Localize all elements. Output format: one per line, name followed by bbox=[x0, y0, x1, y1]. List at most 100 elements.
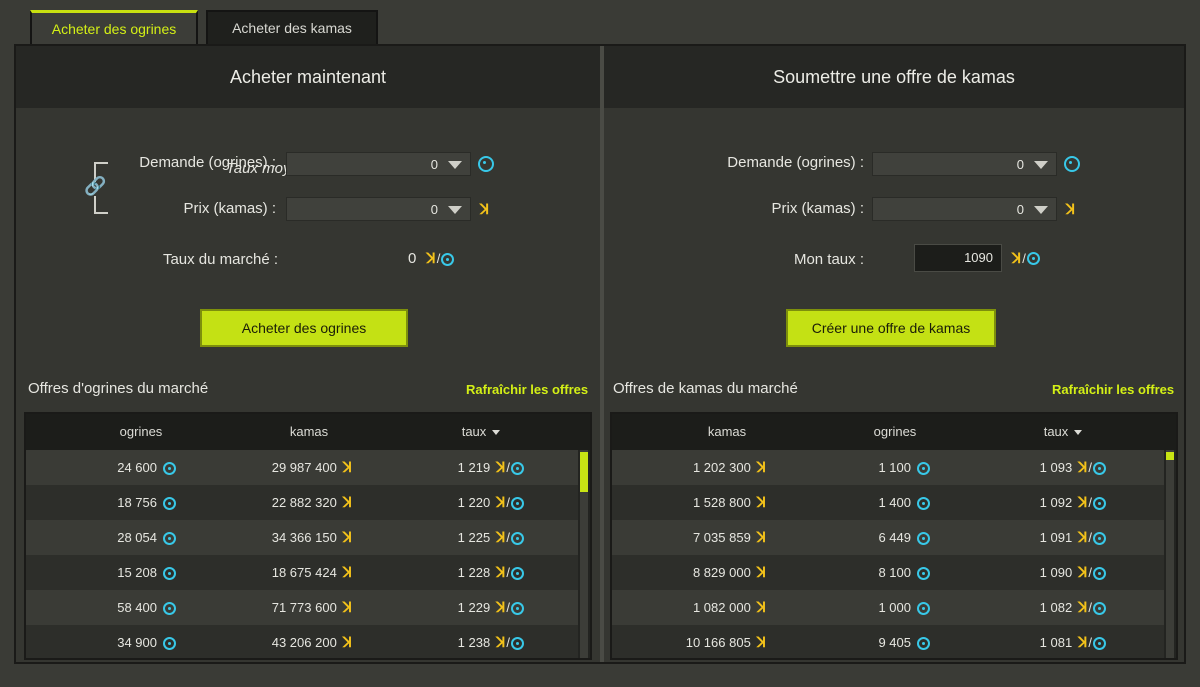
cell-c: 1 228 ꓘ/ bbox=[406, 565, 524, 581]
cell-a: 7 035 859 ꓘ bbox=[642, 530, 766, 545]
my-rate-unit: ꓘ/ bbox=[1012, 250, 1040, 268]
table-row[interactable]: 34 900 43 206 200 ꓘ 1 238 ꓘ/ bbox=[26, 625, 578, 658]
slash-separator: / bbox=[1088, 635, 1092, 650]
slash-separator: / bbox=[506, 635, 510, 650]
table-row[interactable]: 10 166 805 ꓘ 9 405 1 081 ꓘ/ bbox=[612, 625, 1164, 658]
kamas-icon: ꓘ bbox=[756, 459, 766, 475]
chevron-down-icon bbox=[448, 161, 462, 169]
slash-separator: / bbox=[1022, 251, 1026, 266]
table-row[interactable]: 15 208 18 675 424 ꓘ 1 228 ꓘ/ bbox=[26, 555, 578, 590]
column-kamas[interactable]: kamas bbox=[254, 424, 364, 439]
market-rate-value: 0 bbox=[408, 250, 417, 267]
cell-c: 1 090 ꓘ/ bbox=[986, 565, 1106, 581]
table-row[interactable]: 28 054 34 366 150 ꓘ 1 225 ꓘ/ bbox=[26, 520, 578, 555]
ogrines-icon bbox=[163, 532, 176, 546]
cell-value: 1 081 bbox=[1039, 635, 1073, 650]
kamas-icon: ꓘ bbox=[1078, 529, 1088, 545]
panel-title: Soumettre une offre de kamas bbox=[604, 46, 1184, 108]
tab-buy-kamas[interactable]: Acheter des kamas bbox=[206, 10, 378, 44]
table-row[interactable]: 1 202 300 ꓘ 1 100 1 093 ꓘ/ bbox=[612, 450, 1164, 485]
cell-b: 43 206 200 ꓘ bbox=[216, 635, 352, 650]
cell-value: 10 166 805 bbox=[685, 635, 751, 650]
ogrines-icon bbox=[163, 602, 176, 616]
refresh-offers-link[interactable]: Rafraîchir les offres bbox=[1052, 382, 1174, 397]
cell-a: 58 400 bbox=[66, 600, 176, 616]
cell-b: 18 675 424 ꓘ bbox=[216, 565, 352, 580]
cell-value: 6 449 bbox=[878, 530, 911, 545]
kamas-icon: ꓘ bbox=[1078, 459, 1088, 475]
table-row[interactable]: 18 756 22 882 320 ꓘ 1 220 ꓘ/ bbox=[26, 485, 578, 520]
cell-value: 1 090 bbox=[1039, 565, 1073, 580]
ogrines-icon bbox=[917, 532, 930, 546]
slash-separator: / bbox=[506, 565, 510, 580]
market-rate-label: Taux du marché : bbox=[162, 251, 278, 268]
chevron-down-icon bbox=[448, 206, 462, 214]
cell-value: 9 405 bbox=[878, 635, 911, 650]
slash-separator: / bbox=[1088, 600, 1092, 615]
ogrines-icon bbox=[163, 462, 176, 476]
table-header: kamas ogrines taux bbox=[612, 414, 1176, 450]
slash-separator: / bbox=[1088, 530, 1092, 545]
ogrines-icon bbox=[1026, 252, 1040, 266]
scrollbar-thumb[interactable] bbox=[1166, 452, 1174, 460]
table-row[interactable]: 24 600 29 987 400 ꓘ 1 219 ꓘ/ bbox=[26, 450, 578, 485]
sort-desc-icon bbox=[492, 430, 501, 436]
ogrines-icon bbox=[1093, 602, 1106, 616]
cell-a: 1 528 800 ꓘ bbox=[642, 495, 766, 510]
column-ogrines[interactable]: ogrines bbox=[86, 424, 196, 439]
demand-ogrines-select[interactable]: 0 bbox=[286, 152, 471, 176]
kamas-icon: ꓘ bbox=[1078, 634, 1088, 650]
exchange-window: Acheter maintenant Taux moyen : 1090 ꓘ/ … bbox=[14, 44, 1186, 664]
table-row[interactable]: 8 829 000 ꓘ 8 100 1 090 ꓘ/ bbox=[612, 555, 1164, 590]
create-kamas-offer-button[interactable]: Créer une offre de kamas bbox=[786, 309, 996, 347]
column-kamas[interactable]: kamas bbox=[672, 424, 782, 439]
refresh-offers-link[interactable]: Rafraîchir les offres bbox=[466, 382, 588, 397]
table-row[interactable]: 1 082 000 ꓘ 1 000 1 082 ꓘ/ bbox=[612, 590, 1164, 625]
scrollbar-thumb[interactable] bbox=[580, 452, 588, 492]
ogrines-icon bbox=[163, 567, 176, 581]
cell-b: 1 400 bbox=[822, 495, 930, 511]
column-taux[interactable]: taux bbox=[1008, 424, 1118, 439]
scrollbar[interactable] bbox=[1166, 450, 1174, 658]
price-kamas-select[interactable]: 0 bbox=[286, 197, 471, 221]
table-row[interactable]: 1 528 800 ꓘ 1 400 1 092 ꓘ/ bbox=[612, 485, 1164, 520]
demand-ogrines-select[interactable]: 0 bbox=[872, 152, 1057, 176]
cell-value: 1 238 bbox=[457, 635, 491, 650]
price-kamas-select[interactable]: 0 bbox=[872, 197, 1057, 221]
ogrines-icon bbox=[511, 497, 524, 511]
ogrines-icon bbox=[1093, 497, 1106, 511]
cell-b: 6 449 bbox=[822, 530, 930, 546]
column-taux[interactable]: taux bbox=[426, 424, 536, 439]
slash-separator: / bbox=[1088, 565, 1092, 580]
ogrines-icon bbox=[917, 602, 930, 616]
table-row[interactable]: 58 400 71 773 600 ꓘ 1 229 ꓘ/ bbox=[26, 590, 578, 625]
slash-separator: / bbox=[506, 600, 510, 615]
buy-ogrines-button[interactable]: Acheter des ogrines bbox=[200, 309, 408, 347]
cell-value: 34 366 150 bbox=[271, 530, 337, 545]
kamas-icon: ꓘ bbox=[1078, 599, 1088, 615]
demand-value: 0 bbox=[1016, 157, 1024, 172]
link-icon[interactable]: 🔗 bbox=[84, 176, 106, 197]
cell-value: 18 675 424 bbox=[271, 565, 337, 580]
slash-separator: / bbox=[1088, 460, 1092, 475]
cell-value: 1 225 bbox=[457, 530, 491, 545]
market-rate: 0 ꓘ/ bbox=[408, 250, 455, 267]
cell-value: 1 228 bbox=[457, 565, 491, 580]
kamas-icon: ꓘ bbox=[496, 529, 506, 545]
cell-a: 24 600 bbox=[66, 460, 176, 476]
cell-a: 15 208 bbox=[66, 565, 176, 581]
table-row[interactable]: 7 035 859 ꓘ 6 449 1 091 ꓘ/ bbox=[612, 520, 1164, 555]
my-rate-input[interactable]: 1090 bbox=[914, 244, 1002, 272]
cell-c: 1 238 ꓘ/ bbox=[406, 635, 524, 651]
kamas-icon: ꓘ bbox=[342, 459, 352, 475]
tab-buy-ogrines[interactable]: Acheter des ogrines bbox=[30, 10, 198, 44]
chevron-down-icon bbox=[1034, 161, 1048, 169]
kamas-icon: ꓘ bbox=[496, 494, 506, 510]
cell-value: 1 528 800 bbox=[692, 495, 751, 510]
kamas-icon: ꓘ bbox=[342, 564, 352, 580]
ogrines-icon bbox=[511, 602, 524, 616]
cell-a: 18 756 bbox=[66, 495, 176, 511]
column-ogrines[interactable]: ogrines bbox=[840, 424, 950, 439]
ogrines-icon bbox=[917, 497, 930, 511]
column-taux-label: taux bbox=[1043, 424, 1069, 439]
